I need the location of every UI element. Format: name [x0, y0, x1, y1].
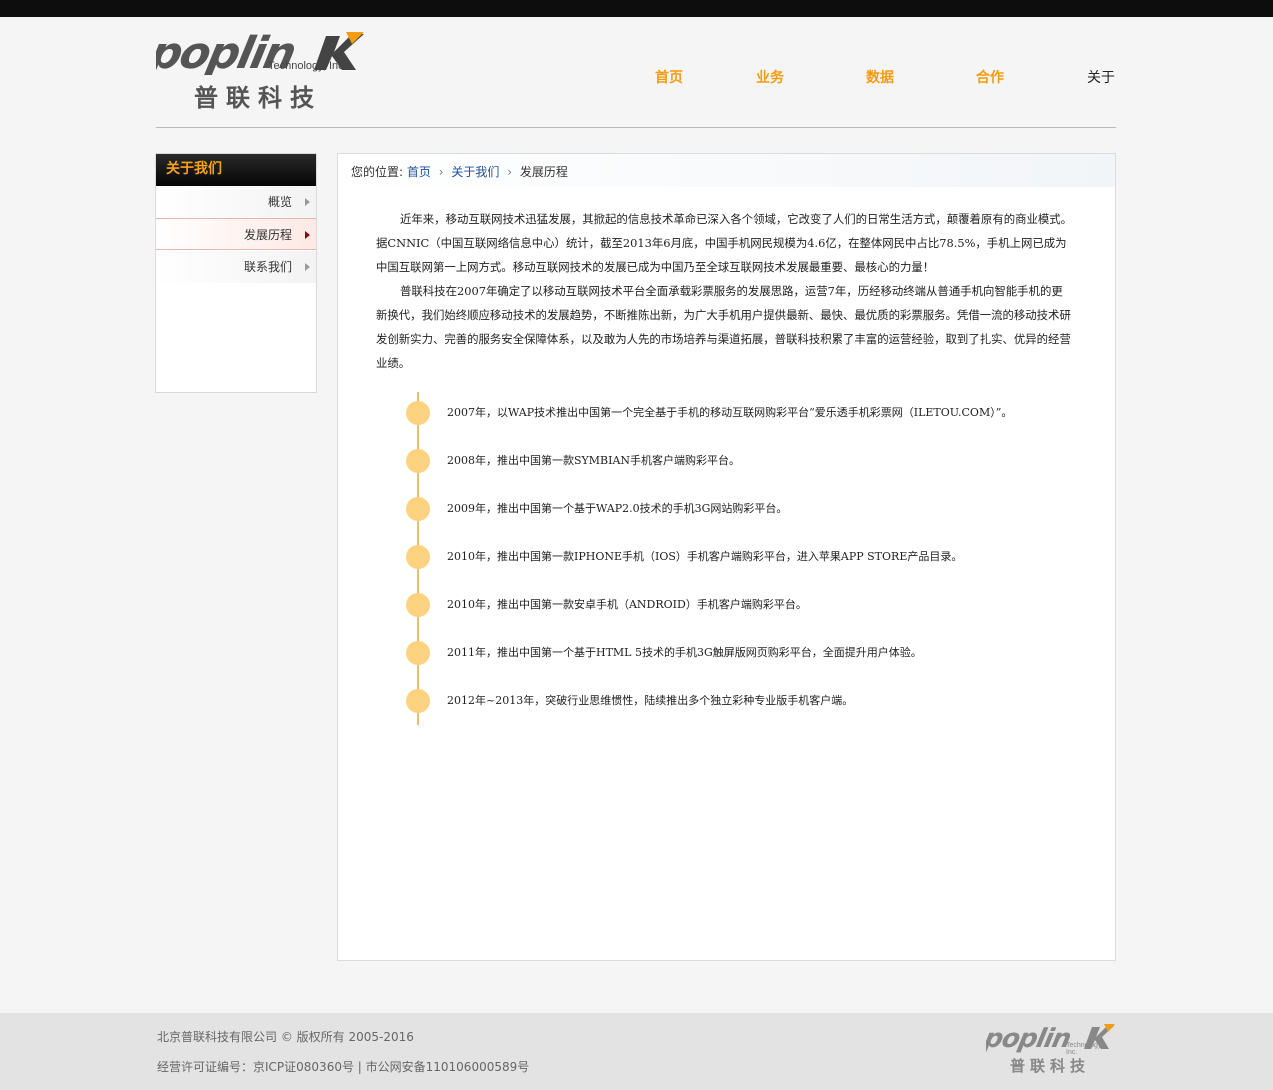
chevron-right-icon [305, 263, 310, 271]
nav-about[interactable]: 关于 [1087, 67, 1115, 87]
timeline-text: 2008年，推出中国第一款SYMBIAN手机客户端购彩平台。 [447, 454, 741, 467]
sidebar-item-contact[interactable]: 联系我们 [156, 251, 316, 283]
nav-data[interactable]: 数据 [866, 67, 894, 87]
breadcrumb: 您的位置: 首页 › 关于我们 › 发展历程 [338, 154, 1115, 187]
footer-logo-tech: Technology, Inc. [1066, 1042, 1103, 1056]
breadcrumb-prefix: 您的位置: [351, 165, 404, 179]
nav-cooperation[interactable]: 合作 [976, 67, 1004, 87]
breadcrumb-home-link[interactable]: 首页 [407, 165, 431, 179]
company-paragraph: 普联科技在2007年确定了以移动互联网技术平台全面承载彩票服务的发展思路，运营7… [376, 284, 1071, 370]
footer-license[interactable]: 经营许可证编号：京ICP证080360号 | 市公网安备110106000589… [157, 1058, 529, 1075]
timeline-item: 2010年，推出中国第一款IPHONE手机（IOS）手机客户端购彩平台，进入苹果… [406, 545, 1066, 569]
logo[interactable]: poplin Technology, Inc. 普联科技 [156, 30, 366, 112]
timeline-text: 2011年，推出中国第一个基于HTML 5技术的手机3G触屏版网页购彩平台，全面… [447, 646, 922, 659]
nav-business[interactable]: 业务 [756, 67, 784, 87]
footer-logo-cn: 普联科技 [1010, 1057, 1091, 1075]
footer-copyright: 北京普联科技有限公司 © 版权所有 2005-2016 [157, 1030, 414, 1044]
footer: 北京普联科技有限公司 © 版权所有 2005-2016 经营许可证编号：京ICP… [0, 1013, 1273, 1090]
sidebar-item-overview[interactable]: 概览 [156, 186, 316, 218]
timeline-dot [406, 449, 430, 473]
nav-home[interactable]: 首页 [655, 67, 683, 87]
timeline-dot [406, 593, 430, 617]
chevron-right-icon: › [507, 165, 513, 179]
footer-logo: poplin Technology, Inc. 普联科技 [980, 1023, 1116, 1079]
header-divider [156, 127, 1116, 128]
sidebar-item-history[interactable]: 发展历程 [156, 218, 316, 250]
timeline-item: 2011年，推出中国第一个基于HTML 5技术的手机3G触屏版网页购彩平台，全面… [406, 641, 1066, 665]
timeline-dot [406, 401, 430, 425]
timeline-text: 2007年，以WAP技术推出中国第一个完全基于手机的移动互联网购彩平台“爱乐透手… [447, 406, 1013, 419]
chevron-right-icon [305, 198, 310, 206]
timeline-item: 2012年~2013年，突破行业思维惯性，陆续推出多个独立彩种专业版手机客户端。 [406, 689, 1066, 713]
timeline-item: 2010年，推出中国第一款安卓手机（ANDROID）手机客户端购彩平台。 [406, 593, 1066, 617]
timeline-dot [406, 641, 430, 665]
timeline-item: 2009年，推出中国第一个基于WAP2.0技术的手机3G网站购彩平台。 [406, 497, 1066, 521]
timeline-text: 2010年，推出中国第一款安卓手机（ANDROID）手机客户端购彩平台。 [447, 598, 807, 611]
chevron-right-icon [305, 231, 310, 239]
svg-text:poplin: poplin [986, 1024, 1073, 1053]
sidebar-item-label: 发展历程 [243, 228, 292, 242]
intro-paragraph: 近年来，移动互联网技术迅猛发展，其掀起的信息技术革命已深入各个领域，它改变了人们… [376, 212, 1073, 274]
timeline-item: 2007年，以WAP技术推出中国第一个完全基于手机的移动互联网购彩平台“爱乐透手… [406, 401, 1066, 425]
timeline-text: 2012年~2013年，突破行业思维惯性，陆续推出多个独立彩种专业版手机客户端。 [447, 694, 854, 707]
timeline-dot [406, 545, 430, 569]
breadcrumb-section-link[interactable]: 关于我们 [451, 165, 499, 179]
logo-tech-text: Technology, Inc. [268, 60, 347, 72]
main-content: 您的位置: 首页 › 关于我们 › 发展历程 近年来，移动互联网技术迅猛发展，其… [337, 153, 1116, 961]
timeline-dot [406, 497, 430, 521]
timeline-dot [406, 689, 430, 713]
breadcrumb-current: 发展历程 [519, 165, 568, 179]
timeline-text: 2010年，推出中国第一款IPHONE手机（IOS）手机客户端购彩平台，进入苹果… [447, 550, 963, 563]
chevron-right-icon: › [438, 165, 444, 179]
sidebar: 关于我们 概览 发展历程 联系我们 [155, 153, 317, 393]
sidebar-title: 关于我们 [156, 154, 316, 186]
sidebar-item-label: 联系我们 [243, 260, 292, 274]
sidebar-item-label: 概览 [267, 195, 292, 209]
timeline-text: 2009年，推出中国第一个基于WAP2.0技术的手机3G网站购彩平台。 [447, 502, 788, 515]
top-bar [0, 0, 1273, 17]
timeline-item: 2008年，推出中国第一款SYMBIAN手机客户端购彩平台。 [406, 449, 1066, 473]
logo-cn-text: 普联科技 [194, 84, 322, 112]
